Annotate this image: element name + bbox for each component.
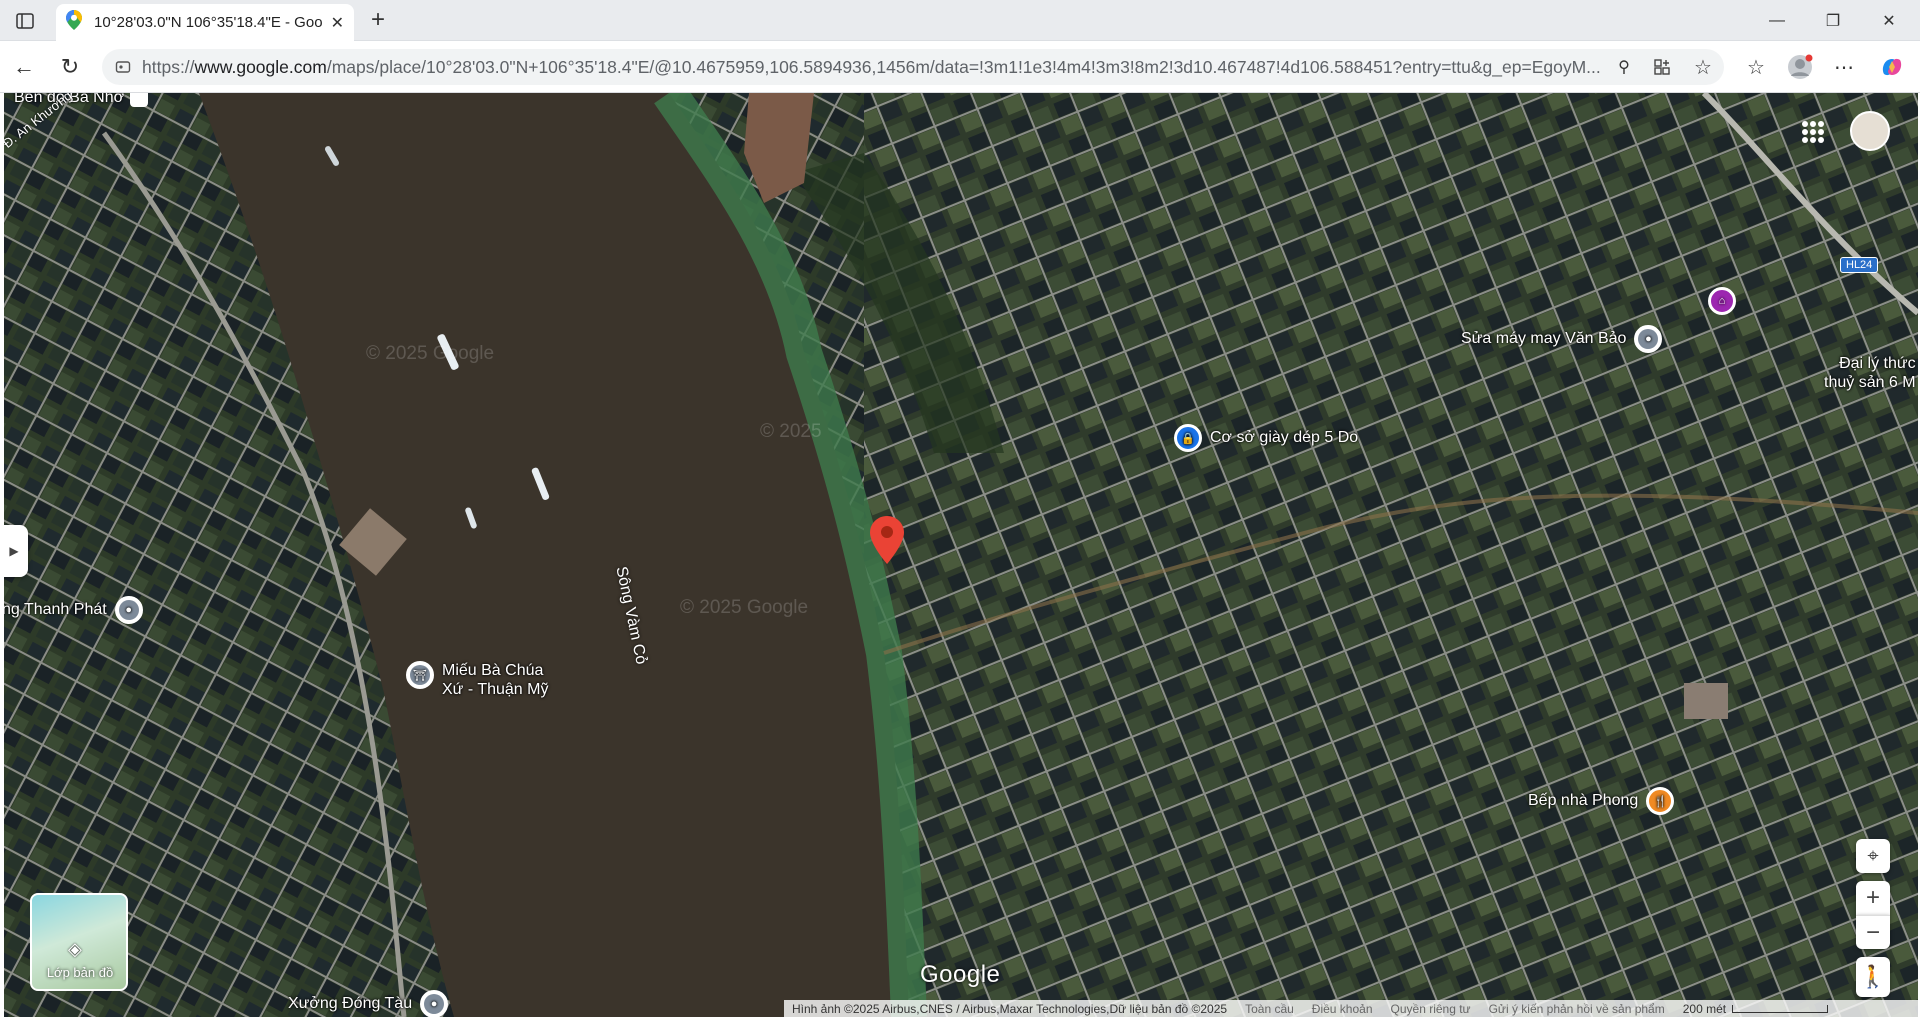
satellite-imagery [4,93,1918,1017]
poi-bep-nha[interactable]: Bếp nhà Phong 🍴 [1528,787,1675,815]
privacy-link[interactable]: Quyền riêng tư [1391,1002,1471,1016]
apps-grid-icon[interactable] [1802,121,1824,143]
poi-mieu-ba-chua[interactable]: ⛩ Miếu Bà Chúa Xứ - Thuận Mỹ [406,661,548,699]
site-info-icon[interactable] [114,58,132,76]
minimize-icon[interactable]: — [1764,8,1790,34]
poi-dai-ly[interactable]: Đại lý thức thuỷ sản 6 M [1824,354,1916,392]
more-options-icon[interactable]: ⋯ [1832,55,1856,79]
layers-label: Lớp bản đồ [46,965,114,980]
profile-avatar-icon[interactable] [1786,53,1814,81]
place-pin-icon: ● [114,596,143,624]
shopping-icon: 🔒 [1174,424,1202,452]
ferry-icon [130,93,149,107]
watermark: © 2025 Google [680,597,809,618]
tab-bar: 10°28'03.0"N 106°35'18.4"E - Goo ✕ + — ❐… [0,0,1920,41]
museum-icon[interactable]: ⌂ [1708,287,1736,315]
zoom-in-button[interactable]: + [1856,881,1890,915]
restaurant-icon: 🍴 [1646,787,1675,815]
url-path: /maps/place/10°28'03.0"N+106°35'18.4"E/@… [326,56,1601,77]
close-window-icon[interactable]: ✕ [1876,8,1902,34]
app-available-icon[interactable] [1652,57,1672,77]
expand-side-panel-button[interactable]: ▶ [4,525,28,577]
zoom-out-button[interactable]: − [1856,915,1890,949]
my-location-button[interactable]: ⌖ [1856,839,1890,873]
label-text: ng Thanh Phát [4,601,107,618]
temple-icon: ⛩ [406,661,434,689]
close-tab-icon[interactable]: ✕ [331,13,344,33]
place-pin-icon: ● [420,990,449,1017]
back-icon[interactable]: ← [10,53,38,81]
sidebar-toggle-icon[interactable] [14,10,36,32]
new-tab-icon[interactable]: + [364,6,392,34]
account-avatar[interactable] [1850,111,1890,151]
label-text: Cơ sở giày dép 5 Do [1210,429,1359,446]
watermark: © 2025 Google [366,343,495,364]
scale-bar [1732,1004,1829,1013]
label-text: Đại lý thức thuỷ sản 6 M [1824,355,1916,391]
pegman-street-view-button[interactable]: 🚶 [1856,957,1890,997]
poi-thanh-phat[interactable]: ng Thanh Phát ● [4,596,143,624]
satellite-map[interactable]: © 2025 Google © 2025 © 2025 Google Bến đ… [4,93,1918,1017]
imagery-attribution: Hình ảnh ©2025 Airbus,CNES / Airbus,Maxa… [792,1001,1228,1016]
copilot-icon[interactable] [1878,53,1906,81]
pegman-icon: 🚶 [1859,964,1887,989]
label-ben-do[interactable]: Bến đò Bà Nhờ [14,93,149,107]
label-text: Xưởng Đóng Tàu [288,995,413,1012]
address-bar: ← ↻ https://www.google.com/maps/place/10… [0,41,1920,93]
label-text: Miếu Bà Chúa Xứ - Thuận Mỹ [442,662,549,698]
google-maps-pin-icon [66,10,82,35]
terms-link[interactable]: Điều khoản [1312,1002,1373,1016]
chevron-right-icon: ▶ [9,544,19,558]
scale-label[interactable]: 200 mét [1683,1002,1726,1016]
place-pin-icon: ● [1634,325,1663,353]
layers-button[interactable]: ◈ Lớp bản đồ [30,893,128,991]
restore-icon[interactable]: ❐ [1820,8,1846,34]
layers-icon: ◈ [68,939,82,959]
url-prefix: https:// [142,56,195,77]
url-domain: www.google.com [194,56,327,77]
map-footer: Hình ảnh ©2025 Airbus,CNES / Airbus,Maxa… [784,1000,1918,1017]
road-shield-hl24: HL24 [1840,257,1879,273]
crosshair-icon: ⌖ [1867,844,1879,867]
feedback-link[interactable]: Gửi ý kiến phản hồi về sản phẩm [1489,1002,1665,1016]
tab-maps[interactable]: 10°28'03.0"N 106°35'18.4"E - Goo ✕ [56,4,354,41]
location-icon[interactable]: ⚲ [1614,57,1634,77]
reload-icon[interactable]: ↻ [56,53,84,81]
url-field[interactable]: https://www.google.com/maps/place/10°28'… [102,49,1724,85]
poi-sua-may[interactable]: Sửa máy may Văn Bảo ● [1461,325,1663,353]
favorites-icon[interactable]: ☆ [1744,55,1768,79]
google-logo: Google [920,961,1001,988]
tab-title: 10°28'03.0"N 106°35'18.4"E - Goo [94,14,323,31]
label-text: Bếp nhà Phong [1528,792,1639,809]
watermark: © 2025 [760,421,822,442]
poi-giay-dep[interactable]: 🔒 Cơ sở giày dép 5 Do [1174,424,1358,452]
location-pin-icon[interactable] [870,516,904,564]
global-link[interactable]: Toàn cầu [1245,1002,1294,1016]
favorite-star-icon[interactable]: ☆ [1692,56,1714,79]
poi-xuong-dong-tau[interactable]: Xưởng Đóng Tàu ● [288,990,449,1017]
label-text: Sửa máy may Văn Bảo [1461,330,1627,347]
